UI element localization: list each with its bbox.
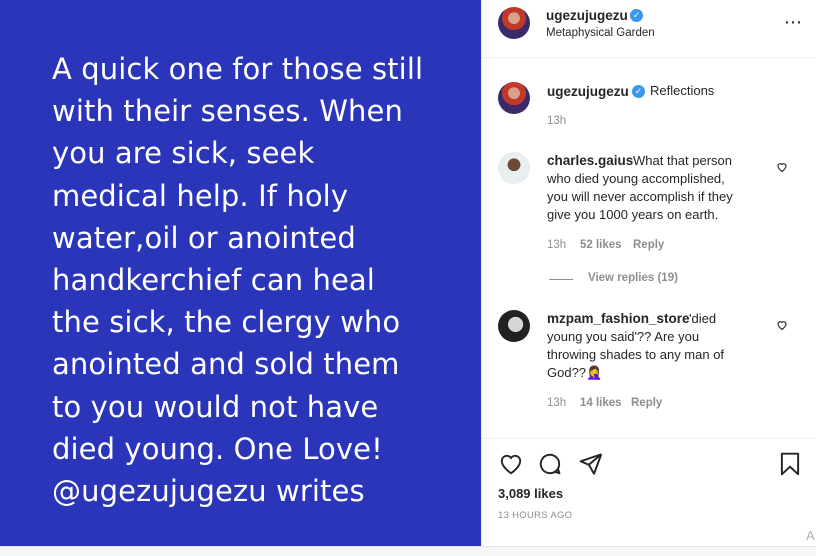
bookmark-icon[interactable] <box>777 451 803 477</box>
comment-time: 13h <box>547 397 567 409</box>
reply-button[interactable]: Reply <box>633 239 664 251</box>
comment-text-line: 'died <box>689 311 717 326</box>
comment-text-line: throwing shades to any man of <box>547 347 725 362</box>
comment-text-line: What that person <box>633 153 732 168</box>
post-image-text: A quick one for those still with their s… <box>52 52 424 509</box>
comment-icon[interactable] <box>537 451 563 477</box>
comment-text-line: you will never accomplish if they <box>547 189 733 204</box>
comment-username[interactable]: charles.gaius <box>547 153 633 168</box>
avatar[interactable] <box>498 152 530 184</box>
view-replies-button[interactable]: View replies (19) <box>588 272 678 284</box>
verified-badge-icon: ✓ <box>632 85 645 98</box>
share-icon[interactable] <box>578 451 604 477</box>
comment-likes[interactable]: 52 likes <box>580 239 622 251</box>
avatar[interactable] <box>498 82 530 114</box>
comment-text-line: God??🤦‍♀️ <box>547 365 603 380</box>
post-timestamp: 13 HOURS AGO <box>498 510 573 521</box>
post-header: ugezujugezu ✓ Metaphysical Garden ⋯ <box>482 0 816 58</box>
reply-button[interactable]: Reply <box>631 397 662 409</box>
comment-like-heart-icon[interactable] <box>776 161 788 173</box>
comments-list[interactable]: ugezujugezu ✓ Reflections 13h charles.ga… <box>482 58 816 438</box>
comment-likes[interactable]: 14 likes <box>580 397 622 409</box>
header-location[interactable]: Metaphysical Garden <box>546 27 655 39</box>
likes-count[interactable]: 3,089 likes <box>498 486 563 501</box>
comment-username[interactable]: mzpam_fashion_store <box>547 311 690 326</box>
comment-time: 13h <box>547 239 567 251</box>
post-side-panel: ugezujugezu ✓ Metaphysical Garden ⋯ ugez… <box>481 0 816 546</box>
comment-text-line: give you 1000 years on earth. <box>547 207 719 222</box>
more-options-icon[interactable]: ⋯ <box>784 12 803 33</box>
avatar[interactable] <box>498 7 530 39</box>
comment-text-line: young you said'?? Are you <box>547 329 700 344</box>
post-image[interactable]: A quick one for those still with their s… <box>0 0 481 546</box>
caption-time: 13h <box>547 115 567 127</box>
comment-text-line: who died young accomplished, <box>547 171 725 186</box>
heart-icon[interactable] <box>498 451 524 477</box>
verified-badge-icon: ✓ <box>630 9 643 22</box>
comment-like-heart-icon[interactable] <box>776 319 788 331</box>
header-username[interactable]: ugezujugezu <box>546 8 628 23</box>
view-replies-divider <box>549 279 573 280</box>
corner-letter: A <box>806 528 815 543</box>
caption-username[interactable]: ugezujugezu <box>547 84 629 99</box>
bottom-divider <box>0 546 816 556</box>
avatar[interactable] <box>498 310 530 342</box>
caption-text: Reflections <box>650 83 715 98</box>
post-actions: 3,089 likes 13 HOURS AGO <box>482 438 816 546</box>
